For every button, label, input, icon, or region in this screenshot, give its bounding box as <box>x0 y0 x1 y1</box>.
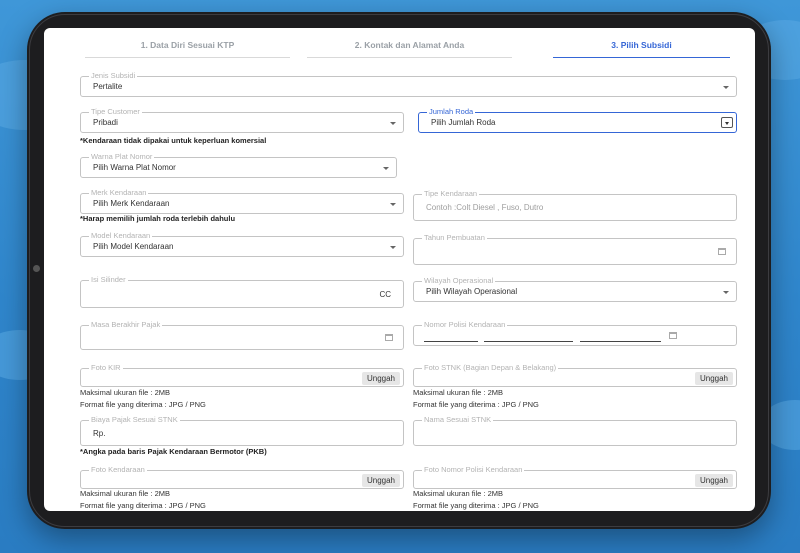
nomor-polisi-part-3[interactable] <box>580 341 661 342</box>
jumlah-roda-value: Pilih Jumlah Roda <box>431 118 496 127</box>
jenis-subsidi-value: Pertalite <box>93 82 123 91</box>
foto-stnk-format: Format file yang diterima : JPG / PNG <box>413 400 539 409</box>
jumlah-roda-label: Jumlah Roda <box>427 107 476 117</box>
form-screen: 1. Data Diri Sesuai KTP 2. Kontak dan Al… <box>44 28 755 511</box>
tahun-pembuatan-input[interactable]: Tahun Pembuatan <box>413 233 737 265</box>
masa-pajak-input[interactable]: Masa Berakhir Pajak <box>80 320 404 350</box>
note-komersial: *Kendaraan tidak dipakai untuk keperluan… <box>80 136 267 145</box>
jenis-subsidi-select[interactable]: Jenis Subsidi Pertalite <box>80 71 737 97</box>
camera-icon <box>33 265 40 272</box>
foto-kendaraan-format: Format file yang diterima : JPG / PNG <box>80 501 206 510</box>
tipe-customer-label: Tipe Customer <box>89 107 142 117</box>
rupiah-prefix: Rp. <box>93 429 106 438</box>
foto-kir-upload-button[interactable]: Unggah <box>361 372 400 385</box>
foto-kir-label: Foto KIR <box>89 363 123 373</box>
chevron-down-icon <box>383 167 389 170</box>
model-kendaraan-select[interactable]: Model Kendaraan Pilih Model Kendaraan <box>80 231 404 257</box>
tipe-kendaraan-label: Tipe Kendaraan <box>422 189 480 199</box>
nomor-polisi-label: Nomor Polisi Kendaraan <box>422 320 508 330</box>
step-kontak-alamat[interactable]: 2. Kontak dan Alamat Anda <box>307 40 512 58</box>
foto-stnk-upload-button[interactable]: Unggah <box>694 372 733 385</box>
jenis-subsidi-label: Jenis Subsidi <box>89 71 138 81</box>
nomor-polisi-input[interactable]: Nomor Polisi Kendaraan <box>413 320 737 346</box>
foto-nopol-upload[interactable]: Foto Nomor Polisi Kendaraan Unggah <box>413 465 737 489</box>
foto-nopol-format: Format file yang diterima : JPG / PNG <box>413 501 539 510</box>
foto-kendaraan-label: Foto Kendaraan <box>89 465 147 475</box>
cc-suffix: CC <box>379 290 391 299</box>
chevron-down-icon <box>390 246 396 249</box>
nomor-polisi-part-1[interactable] <box>424 341 478 342</box>
stepper: 1. Data Diri Sesuai KTP 2. Kontak dan Al… <box>44 28 755 58</box>
chevron-down-icon <box>723 291 729 294</box>
nomor-polisi-part-2[interactable] <box>484 341 573 342</box>
tipe-customer-select[interactable]: Tipe Customer Pribadi <box>80 107 404 133</box>
merk-kendaraan-value: Pilih Merk Kendaraan <box>93 199 170 208</box>
foto-stnk-max-size: Maksimal ukuran file : 2MB <box>413 388 504 397</box>
note-jumlah-roda: *Harap memilih jumlah roda terlebih dahu… <box>80 214 236 223</box>
wilayah-operasional-select[interactable]: Wilayah Operasional Pilih Wilayah Operas… <box>413 276 737 302</box>
foto-kir-format: Format file yang diterima : JPG / PNG <box>80 400 206 409</box>
model-kendaraan-label: Model Kendaraan <box>89 231 153 241</box>
foto-nopol-label: Foto Nomor Polisi Kendaraan <box>422 465 525 475</box>
chevron-down-icon <box>390 203 396 206</box>
step-data-diri[interactable]: 1. Data Diri Sesuai KTP <box>85 40 290 58</box>
foto-kendaraan-upload-button[interactable]: Unggah <box>361 474 400 487</box>
isi-silinder-input[interactable]: Isi Silinder CC <box>80 275 404 308</box>
wilayah-operasional-value: Pilih Wilayah Operasional <box>426 287 518 296</box>
merk-kendaraan-label: Merk Kendaraan <box>89 188 149 198</box>
warna-plat-select[interactable]: Warna Plat Nomor Pilih Warna Plat Nomor <box>80 152 397 178</box>
warna-plat-value: Pilih Warna Plat Nomor <box>93 163 176 172</box>
plate-icon <box>669 332 677 339</box>
biaya-pajak-label: Biaya Pajak Sesuai STNK <box>89 415 180 425</box>
foto-stnk-label: Foto STNK (Bagian Depan & Belakang) <box>422 363 559 373</box>
calendar-icon[interactable] <box>718 248 726 255</box>
isi-silinder-label: Isi Silinder <box>89 275 128 285</box>
chevron-down-icon <box>390 122 396 125</box>
step-pilih-subsidi[interactable]: 3. Pilih Subsidi <box>553 40 730 58</box>
foto-kendaraan-upload[interactable]: Foto Kendaraan Unggah <box>80 465 404 489</box>
tipe-kendaraan-input[interactable]: Tipe Kendaraan Contoh :Colt Diesel , Fus… <box>413 189 737 221</box>
chevron-down-icon[interactable] <box>721 117 733 128</box>
chevron-down-icon <box>723 86 729 89</box>
tahun-pembuatan-label: Tahun Pembuatan <box>422 233 487 243</box>
foto-kir-max-size: Maksimal ukuran file : 2MB <box>80 388 171 397</box>
model-kendaraan-value: Pilih Model Kendaraan <box>93 242 174 251</box>
foto-nopol-upload-button[interactable]: Unggah <box>694 474 733 487</box>
calendar-icon[interactable] <box>385 334 393 341</box>
tipe-customer-value: Pribadi <box>93 118 118 127</box>
note-pkb: *Angka pada baris Pajak Kendaraan Bermot… <box>80 447 267 456</box>
wilayah-operasional-label: Wilayah Operasional <box>422 276 496 286</box>
merk-kendaraan-select[interactable]: Merk Kendaraan Pilih Merk Kendaraan <box>80 188 404 214</box>
masa-pajak-label: Masa Berakhir Pajak <box>89 320 163 330</box>
biaya-pajak-input[interactable]: Biaya Pajak Sesuai STNK Rp. <box>80 415 404 446</box>
tipe-kendaraan-placeholder: Contoh :Colt Diesel , Fuso, Dutro <box>426 203 544 212</box>
foto-kendaraan-max-size: Maksimal ukuran file : 2MB <box>80 489 171 498</box>
warna-plat-label: Warna Plat Nomor <box>89 152 155 162</box>
foto-nopol-max-size: Maksimal ukuran file : 2MB <box>413 489 504 498</box>
nama-stnk-input[interactable]: Nama Sesuai STNK <box>413 415 737 446</box>
jumlah-roda-select[interactable]: Jumlah Roda Pilih Jumlah Roda <box>418 107 737 133</box>
nama-stnk-label: Nama Sesuai STNK <box>422 415 494 425</box>
foto-kir-upload[interactable]: Foto KIR Unggah <box>80 363 404 387</box>
foto-stnk-upload[interactable]: Foto STNK (Bagian Depan & Belakang) Ungg… <box>413 363 737 387</box>
